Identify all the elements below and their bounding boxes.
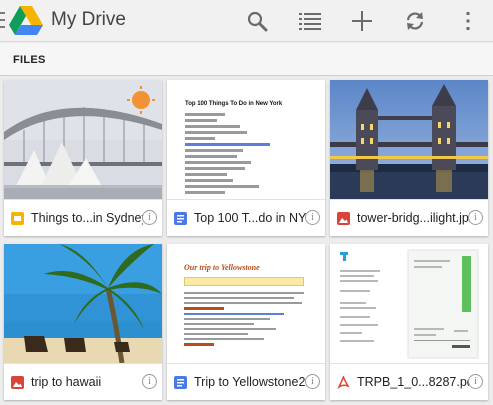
search-icon[interactable] <box>243 7 271 35</box>
thumbnail-pdf-invoice <box>330 244 488 363</box>
document-preview-text <box>184 292 304 349</box>
thumbnail-sydney-opera-house <box>4 80 162 199</box>
file-name: Trip to Yellowstone2 <box>194 375 306 389</box>
document-icon <box>174 376 187 389</box>
info-icon[interactable]: i <box>305 210 320 225</box>
add-icon[interactable] <box>348 7 376 35</box>
thumbnail-hawaii-beach-photo <box>4 244 162 363</box>
file-meta: Top 100 T...do in NYC i <box>167 199 325 236</box>
file-name: trip to hawaii <box>31 375 102 389</box>
refresh-icon[interactable] <box>401 7 429 35</box>
file-meta: tower-bridg...ilight.jpg i <box>330 199 488 236</box>
list-view-icon[interactable] <box>296 7 324 35</box>
document-preview-title: Our trip to Yellowstone <box>184 263 260 272</box>
file-card-tower-bridge[interactable]: tower-bridg...ilight.jpg i <box>330 80 488 236</box>
file-meta: Trip to Yellowstone2 i <box>167 363 325 400</box>
file-card-yellowstone[interactable]: Our trip to Yellowstone Trip to Yellowst… <box>167 244 325 400</box>
thumbnail-document-yellowstone: Our trip to Yellowstone <box>167 244 325 363</box>
info-icon[interactable]: i <box>305 374 320 389</box>
file-card-pdf[interactable]: TRPB_1_0...8287.pdf i <box>330 244 488 400</box>
action-bar: My Drive <box>0 0 493 42</box>
presentation-icon <box>11 212 24 225</box>
pdf-icon <box>337 376 350 389</box>
file-card-sydney[interactable]: Things to...in Sydney i <box>4 80 162 236</box>
section-label: FILES <box>13 54 46 66</box>
document-preview-text <box>185 113 270 197</box>
files-section-header: FILES <box>0 43 493 76</box>
drive-logo-icon[interactable] <box>7 3 45 39</box>
info-icon[interactable]: i <box>468 210 483 225</box>
file-meta: trip to hawaii i <box>4 363 162 400</box>
thumbnail-document-nyc: Top 100 Things To Do in New York <box>167 80 325 199</box>
file-name: TRPB_1_0...8287.pdf <box>357 375 469 389</box>
file-name: Top 100 T...do in NYC <box>194 211 306 225</box>
file-card-nyc[interactable]: Top 100 Things To Do in New York Top 100… <box>167 80 325 236</box>
info-icon[interactable]: i <box>142 210 157 225</box>
file-name: tower-bridg...ilight.jpg <box>357 211 469 225</box>
overflow-menu-icon[interactable] <box>454 7 482 35</box>
thumbnail-tower-bridge-photo <box>330 80 488 199</box>
file-name: Things to...in Sydney <box>31 211 143 225</box>
app-title: My Drive <box>51 9 126 30</box>
info-icon[interactable]: i <box>142 374 157 389</box>
document-preview-title: Top 100 Things To Do in New York <box>185 101 283 107</box>
file-meta: TRPB_1_0...8287.pdf i <box>330 363 488 400</box>
up-navigation-icon[interactable] <box>0 12 6 28</box>
info-icon[interactable]: i <box>468 374 483 389</box>
image-icon <box>337 212 350 225</box>
document-highlight-box <box>184 277 304 286</box>
file-grid: Things to...in Sydney i Top 100 Things T… <box>0 76 493 405</box>
file-meta: Things to...in Sydney i <box>4 199 162 236</box>
document-icon <box>174 212 187 225</box>
image-icon <box>11 376 24 389</box>
file-card-hawaii[interactable]: trip to hawaii i <box>4 244 162 400</box>
